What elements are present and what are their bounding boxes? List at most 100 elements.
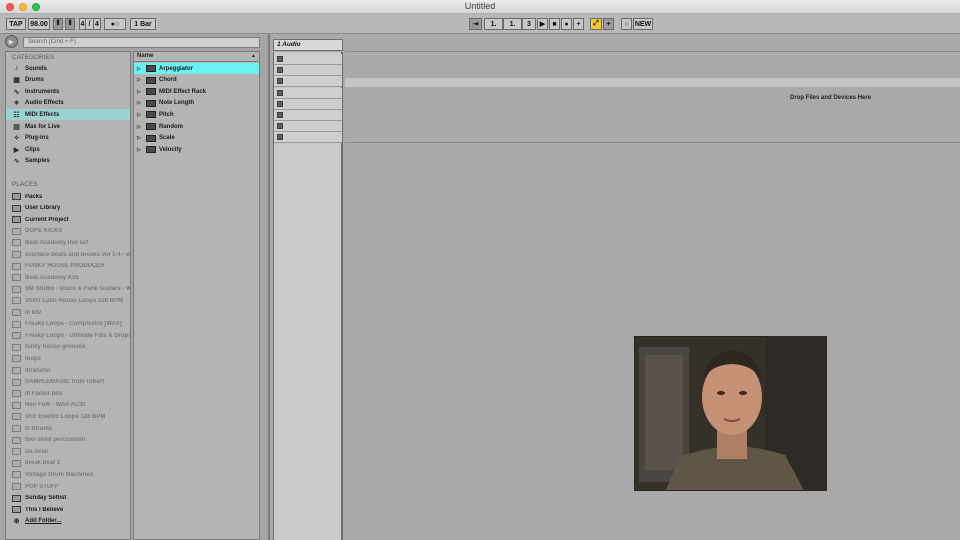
track-title[interactable]: 1 Audio bbox=[273, 39, 343, 51]
folder-icon bbox=[12, 390, 21, 398]
place-item[interactable]: VEE Electro Loops 128 BPM bbox=[6, 411, 130, 422]
clip-slot[interactable] bbox=[274, 132, 342, 144]
tempo-field[interactable]: 98.00 bbox=[28, 18, 50, 30]
expand-triangle-icon[interactable]: ▷ bbox=[137, 135, 143, 141]
place-item[interactable]: funky house grooves bbox=[6, 342, 130, 353]
nudge-down-icon[interactable]: ⦀ bbox=[53, 18, 63, 30]
place-item[interactable]: Ill Factor bits bbox=[6, 388, 130, 399]
clip-stop-icon[interactable] bbox=[277, 134, 283, 141]
place-item[interactable]: Freaky Loops - Complextro [WAV] bbox=[6, 319, 130, 330]
clip-stop-icon[interactable] bbox=[277, 112, 283, 118]
add-folder-button[interactable]: ⊕ Add Folder... bbox=[6, 516, 130, 527]
place-item[interactable]: tool shed percussion bbox=[6, 435, 130, 446]
place-label: Beat Academy live set bbox=[25, 239, 89, 246]
place-item[interactable]: Vintage Drum Machines bbox=[6, 469, 130, 480]
browser-toggle-icon[interactable]: ▶ bbox=[5, 35, 18, 48]
midi-effect-item[interactable]: ▷ Scale bbox=[134, 133, 259, 144]
expand-triangle-icon[interactable]: ▷ bbox=[137, 112, 143, 118]
place-item[interactable]: Sunday Setlist bbox=[6, 493, 130, 504]
name-column-header[interactable]: Name ▲ bbox=[134, 52, 259, 62]
clip-stop-icon[interactable] bbox=[277, 123, 283, 130]
category-item[interactable]: ▤ Max for Live bbox=[6, 121, 130, 132]
search-input[interactable]: Search (Cmd + F) bbox=[23, 37, 260, 48]
place-item[interactable]: SM Studio - Disco & Funk Guitars - W bbox=[6, 284, 130, 295]
category-item[interactable]: ▦ Drums bbox=[6, 75, 130, 86]
folder-icon bbox=[12, 506, 21, 514]
automation-arm-icon[interactable]: ⤢ bbox=[590, 18, 602, 30]
play-icon[interactable]: ▶ bbox=[537, 18, 548, 30]
place-item[interactable]: lil kitz bbox=[6, 307, 130, 318]
folder-icon bbox=[12, 297, 21, 305]
folder-icon bbox=[12, 494, 21, 502]
place-item[interactable]: Freaky Loops - Ultimate Fills & Drops bbox=[6, 330, 130, 341]
midi-effect-item[interactable]: ▷ Chord bbox=[134, 75, 259, 86]
follow-icon[interactable]: ⇥ bbox=[469, 18, 482, 30]
category-item[interactable]: ✶ Audio Effects bbox=[6, 98, 130, 109]
folder-icon bbox=[12, 239, 21, 247]
midi-effect-item[interactable]: ▷ Velocity bbox=[134, 144, 259, 155]
category-item[interactable]: ∿ Instruments bbox=[6, 86, 130, 97]
place-item[interactable]: POP STUFF bbox=[6, 481, 130, 492]
place-item[interactable]: Beat Academy live set bbox=[6, 237, 130, 248]
place-item[interactable]: Beat Academy Kits bbox=[6, 272, 130, 283]
position-bars[interactable]: 1. bbox=[484, 18, 503, 30]
category-item[interactable]: ☷ MIDI Effects bbox=[6, 109, 130, 121]
time-sig-numerator[interactable]: 4 bbox=[79, 18, 86, 30]
clip-slot[interactable] bbox=[274, 65, 342, 77]
place-item[interactable]: VEH1 Latin House Loops 128 BPM bbox=[6, 295, 130, 306]
place-item[interactable]: Current Project bbox=[6, 214, 130, 225]
new-button[interactable]: NEW bbox=[633, 18, 653, 30]
place-item[interactable]: loops bbox=[6, 353, 130, 364]
expand-triangle-icon[interactable]: ▷ bbox=[137, 66, 143, 72]
clip-slot[interactable] bbox=[274, 98, 342, 110]
record-icon[interactable]: ● bbox=[561, 18, 572, 30]
nudge-up-icon[interactable]: ⦀ bbox=[65, 18, 75, 30]
expand-triangle-icon[interactable]: ▷ bbox=[137, 124, 143, 130]
clip-slot[interactable] bbox=[274, 110, 342, 121]
place-item[interactable]: This I Believe bbox=[6, 504, 130, 515]
midi-effect-item[interactable]: ▷ Arpeggiator bbox=[134, 63, 259, 74]
stop-icon[interactable]: ■ bbox=[549, 18, 560, 30]
expand-triangle-icon[interactable]: ▷ bbox=[137, 77, 143, 83]
place-item[interactable]: break beat 3 bbox=[6, 458, 130, 469]
place-item[interactable]: DOPE KICKS bbox=[6, 226, 130, 237]
midi-effect-item[interactable]: ▷ MIDI Effect Rack bbox=[134, 86, 259, 97]
tap-tempo-button[interactable]: TAP bbox=[6, 18, 26, 30]
midi-effect-item[interactable]: ▷ Pitch bbox=[134, 109, 259, 120]
expand-triangle-icon[interactable]: ▷ bbox=[137, 89, 143, 95]
clip-slot[interactable] bbox=[274, 87, 342, 99]
position-beats[interactable]: 1. bbox=[503, 18, 522, 30]
time-sig-denominator[interactable]: 4 bbox=[93, 18, 101, 30]
midi-effect-item[interactable]: ▷ Random bbox=[134, 121, 259, 132]
loop-icon[interactable]: ○ bbox=[621, 18, 632, 30]
clip-slot[interactable] bbox=[274, 121, 342, 133]
place-item[interactable]: G Strums bbox=[6, 423, 130, 434]
place-item[interactable]: Da Grail bbox=[6, 446, 130, 457]
clip-stop-icon[interactable] bbox=[277, 78, 283, 85]
session-record-icon[interactable]: + bbox=[573, 18, 584, 30]
place-item[interactable]: User Library bbox=[6, 203, 130, 214]
place-item[interactable]: SAMPLEMAGIC from robert bbox=[6, 377, 130, 388]
clip-stop-icon[interactable] bbox=[277, 100, 283, 107]
metronome-button[interactable]: ●○ bbox=[104, 18, 126, 30]
clip-stop-icon[interactable] bbox=[277, 56, 283, 62]
overdub-icon[interactable]: + bbox=[603, 18, 614, 30]
category-item[interactable]: ♪ Sounds bbox=[6, 63, 130, 74]
clip-stop-icon[interactable] bbox=[277, 67, 283, 74]
clip-stop-icon[interactable] bbox=[277, 89, 283, 96]
place-item[interactable]: Packs bbox=[6, 191, 130, 202]
expand-triangle-icon[interactable]: ▷ bbox=[137, 147, 143, 153]
expand-triangle-icon[interactable]: ▷ bbox=[137, 100, 143, 106]
category-item[interactable]: ✧ Plug-ins bbox=[6, 133, 130, 144]
quantize-dropdown[interactable]: 1 Bar bbox=[130, 18, 156, 30]
place-item[interactable]: scarface beats and breaks vol 1-4 - w bbox=[6, 249, 130, 260]
place-item[interactable]: FUNKY HOUSE PRODUCER bbox=[6, 261, 130, 272]
position-sixteenths[interactable]: 3 bbox=[522, 18, 536, 30]
clip-slot[interactable] bbox=[274, 54, 342, 65]
category-item[interactable]: ▶ Clips bbox=[6, 144, 130, 155]
place-item[interactable]: iltransfer bbox=[6, 365, 130, 376]
clip-slot[interactable] bbox=[274, 76, 342, 88]
midi-effect-item[interactable]: ▷ Note Length bbox=[134, 98, 259, 109]
category-item[interactable]: ∿ Samples bbox=[6, 156, 130, 167]
place-item[interactable]: Neo Folk - WAV-ACID bbox=[6, 400, 130, 411]
